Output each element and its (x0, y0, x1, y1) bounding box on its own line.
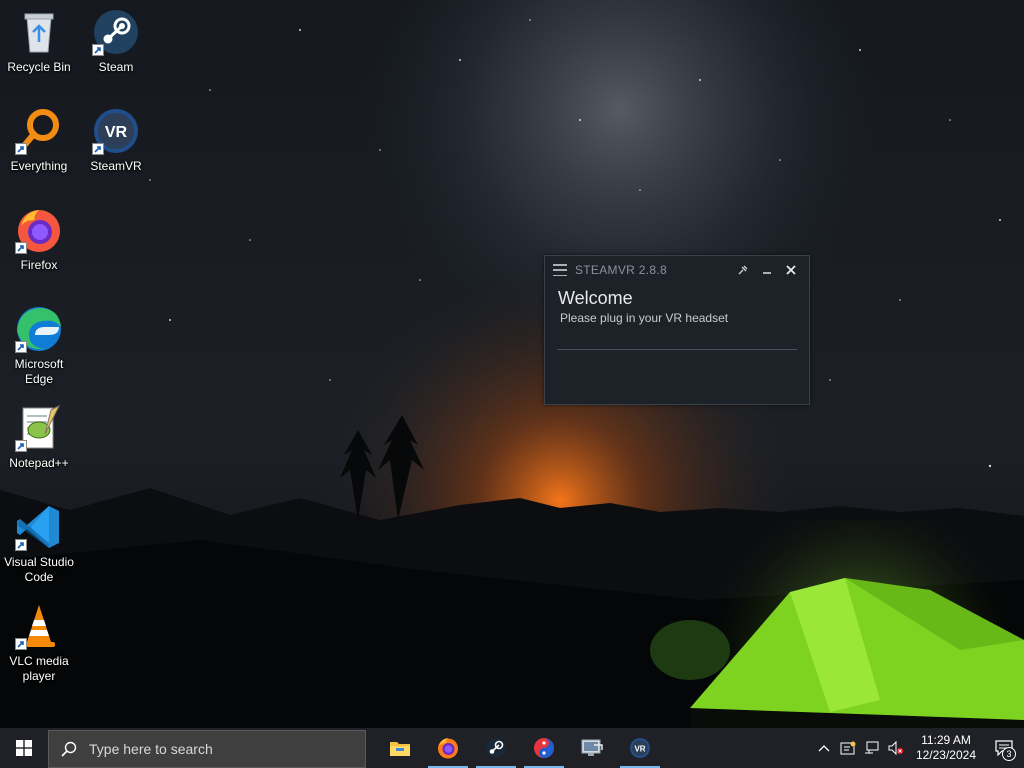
steam-icon (92, 8, 140, 56)
desktop-icon-notepadpp[interactable]: Notepad++ (1, 404, 77, 471)
desktop-icon-firefox[interactable]: Firefox (1, 206, 77, 273)
taskbar-steamvr[interactable]: VR (616, 728, 664, 768)
taskbar-app[interactable] (520, 728, 568, 768)
system-tray: 11:29 AM 12/23/2024 3 (812, 728, 1024, 768)
desktop-icon-vscode[interactable]: Visual Studio Code (1, 503, 77, 585)
taskbar-firefox[interactable] (424, 728, 472, 768)
shortcut-arrow-icon (15, 638, 27, 650)
steam-icon (486, 738, 506, 758)
clock-date: 12/23/2024 (915, 748, 976, 762)
desktop-icon-label: Recycle Bin (7, 60, 71, 74)
shortcut-arrow-icon (15, 341, 27, 353)
vlc-icon (15, 602, 63, 650)
shortcut-arrow-icon (15, 440, 27, 452)
steamvr-status-window[interactable]: STEAMVR 2.8.8 Welcome Please plug in you… (544, 255, 810, 405)
desktop-icon-label: Steam (98, 60, 134, 74)
edge-icon (15, 305, 63, 353)
desktop-icon-label: Everything (10, 159, 68, 173)
vscode-icon (15, 503, 63, 551)
action-center-button[interactable]: 3 (984, 728, 1024, 768)
remote-desktop-icon (581, 739, 603, 756)
desktop-icon-label: VLC media player (9, 654, 69, 683)
desktop-icon-steam[interactable]: Steam (78, 8, 154, 75)
svg-text:VR: VR (634, 745, 645, 754)
steamvr-window-title: STEAMVR 2.8.8 (575, 263, 667, 277)
taskbar-file-explorer[interactable] (376, 728, 424, 768)
taskbar-search-box[interactable]: Type here to search (48, 729, 366, 768)
headset-status-message: Please plug in your VR headset (560, 311, 729, 325)
everything-search-icon (15, 107, 63, 155)
desktop-icon-everything[interactable]: Everything (1, 107, 77, 174)
firefox-icon (15, 206, 63, 254)
device-status-icon[interactable] (836, 728, 860, 768)
clock-time: 11:29 AM (921, 733, 971, 747)
recycle-bin-icon (15, 8, 63, 56)
desktop-icon-vlc[interactable]: VLC media player (1, 602, 77, 684)
volume-muted-icon[interactable] (884, 728, 908, 768)
steamvr-icon: VR (92, 107, 140, 155)
desktop-icon-label: SteamVR (90, 159, 142, 173)
search-icon (49, 741, 89, 757)
firefox-icon (438, 738, 458, 759)
minimize-button[interactable] (757, 260, 777, 280)
shortcut-arrow-icon (92, 44, 104, 56)
windows-logo-icon (16, 740, 32, 756)
shortcut-arrow-icon (15, 539, 27, 551)
desktop-icon-microsoft-edge[interactable]: Microsoft Edge (1, 305, 77, 387)
notepadpp-icon (15, 404, 63, 452)
shortcut-arrow-icon (15, 143, 27, 155)
welcome-heading: Welcome (558, 288, 633, 308)
shortcut-arrow-icon (92, 143, 104, 155)
taskbar-remote-desktop[interactable] (568, 728, 616, 768)
hamburger-menu-icon[interactable] (553, 264, 567, 276)
close-button[interactable] (781, 260, 801, 280)
start-button[interactable] (0, 728, 48, 768)
desktop-icon-label: Firefox (20, 258, 58, 272)
notification-count-badge: 3 (1002, 747, 1016, 761)
desktop-icon-steamvr[interactable]: VR SteamVR (78, 107, 154, 174)
file-explorer-icon (390, 742, 410, 756)
shortcut-arrow-icon (15, 242, 27, 254)
desktop-icon-label: Visual Studio Code (4, 555, 74, 584)
search-placeholder: Type here to search (89, 740, 213, 757)
show-hidden-icons-chevron-icon[interactable] (812, 728, 836, 768)
steamvr-icon: VR (630, 738, 650, 758)
app-icon (534, 738, 554, 758)
svg-text:VR: VR (105, 124, 128, 141)
taskbar-steam[interactable] (472, 728, 520, 768)
desktop-icon-label: Notepad++ (9, 456, 69, 470)
desktop-icon-recycle-bin[interactable]: Recycle Bin (1, 8, 77, 75)
divider (557, 349, 797, 350)
network-icon[interactable] (860, 728, 884, 768)
steamvr-titlebar[interactable]: STEAMVR 2.8.8 (545, 256, 809, 284)
taskbar: Type here to search VR 11:29 AM 12/23/20 (0, 728, 1024, 768)
taskbar-clock[interactable]: 11:29 AM 12/23/2024 (908, 733, 984, 763)
pin-icon[interactable] (733, 260, 753, 280)
desktop-icon-label: Microsoft Edge (14, 357, 64, 386)
